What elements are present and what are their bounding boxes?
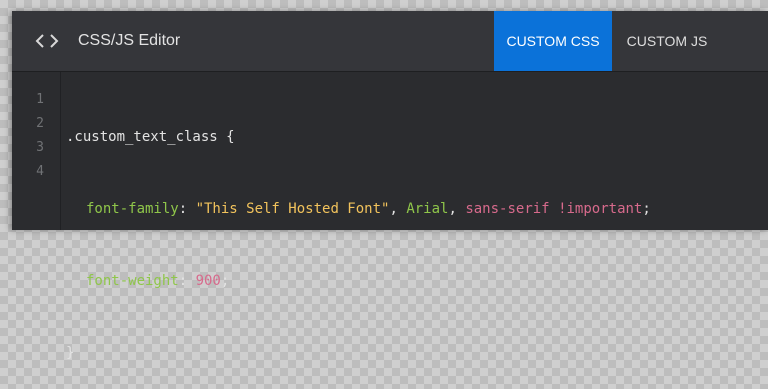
editor-header: CSS/JS Editor CUSTOM CSS CUSTOM JS: [12, 11, 768, 72]
comma: ,: [389, 201, 407, 217]
code-line: font-family: "This Self Hosted Font", Ar…: [66, 197, 768, 221]
comma: ,: [448, 201, 466, 217]
selector: .custom_text_class {: [66, 129, 235, 145]
string-value: "This Self Hosted Font": [195, 201, 390, 217]
font-value: Arial: [406, 201, 449, 217]
tab-custom-css[interactable]: CUSTOM CSS: [494, 11, 612, 71]
line-number: 4: [36, 164, 44, 179]
font-keyword: sans-serif: [465, 201, 550, 217]
semicolon: ;: [642, 201, 651, 217]
property-name: font-weight: [86, 273, 179, 289]
property-name: font-family: [86, 201, 179, 217]
code-line: }: [66, 341, 768, 365]
code-icon[interactable]: [34, 29, 60, 53]
code-editor-area[interactable]: .custom_text_class { font-family: "This …: [66, 77, 768, 389]
editor-title: CSS/JS Editor: [78, 32, 181, 49]
tab-custom-js[interactable]: CUSTOM JS: [612, 11, 722, 71]
line-number: 1: [36, 92, 44, 107]
line-number: 3: [36, 140, 44, 155]
code-line: font-weight: 900;: [66, 269, 768, 293]
line-number-gutter: 1 2 3 4: [12, 72, 61, 230]
code-line: .custom_text_class {: [66, 125, 768, 149]
colon: :: [178, 273, 196, 289]
closing-brace: }: [66, 345, 75, 361]
semicolon: ;: [220, 273, 230, 289]
line-number: 2: [36, 116, 44, 131]
important-keyword: !important: [558, 201, 643, 217]
colon: :: [178, 201, 196, 217]
number-value: 900: [195, 273, 221, 289]
